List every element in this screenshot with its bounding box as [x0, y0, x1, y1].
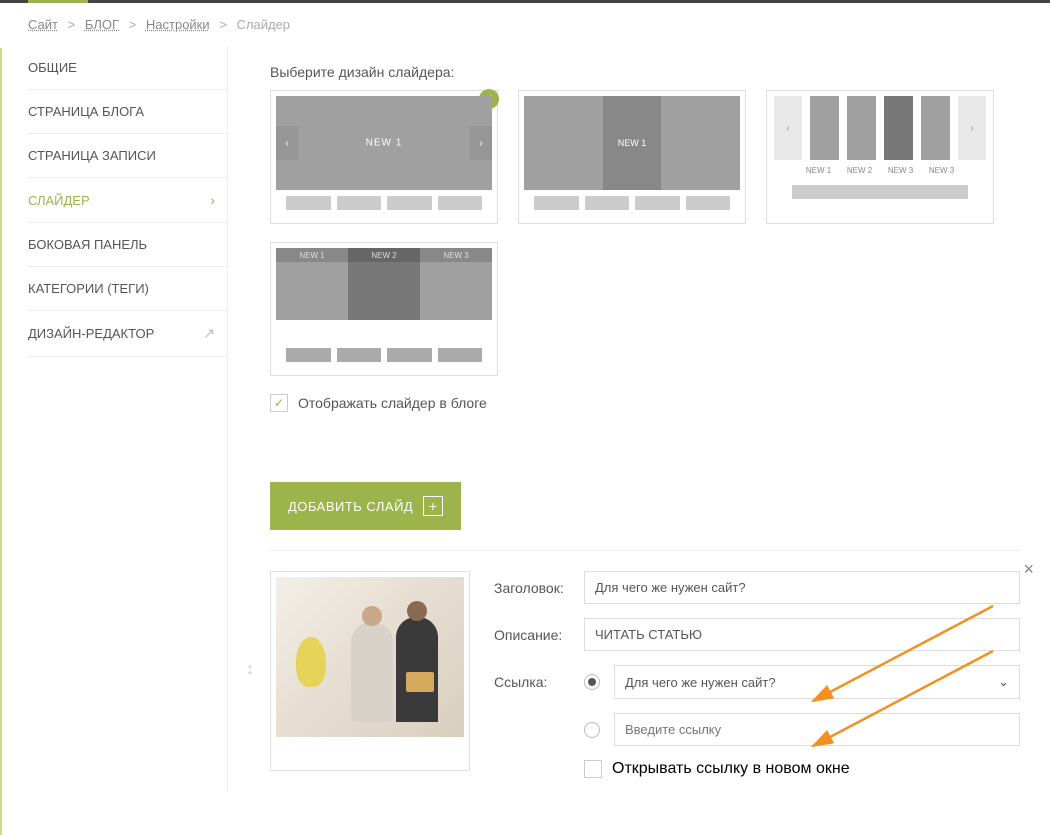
- sidebar-item-post-page[interactable]: СТРАНИЦА ЗАПИСИ: [28, 134, 227, 178]
- open-new-window-label: Открывать ссылку в новом окне: [612, 760, 850, 778]
- sidebar-item-blog-page[interactable]: СТРАНИЦА БЛОГА: [28, 90, 227, 134]
- slide-image: [276, 577, 464, 737]
- preview-label: NEW 1: [366, 138, 403, 149]
- slider-design-1[interactable]: ✓ ‹ NEW 1 ›: [270, 90, 498, 224]
- link-label: Ссылка:: [494, 674, 584, 690]
- sidebar-item-general[interactable]: ОБЩИЕ: [28, 46, 227, 90]
- preview-label: NEW 1: [618, 138, 647, 148]
- show-slider-checkbox[interactable]: ✓: [270, 394, 288, 412]
- preview-arrow-right-icon: ›: [470, 126, 492, 160]
- breadcrumb: Сайт > БЛОГ > Настройки > Слайдер: [0, 3, 1050, 46]
- slide-thumbnail[interactable]: [270, 571, 470, 771]
- link-radio-custom[interactable]: [584, 722, 600, 738]
- section-title: Выберите дизайн слайдера:: [270, 64, 1020, 80]
- link-url-input[interactable]: [614, 713, 1020, 746]
- drag-handle-icon[interactable]: ↕: [246, 661, 254, 679]
- sidebar-item-design-editor[interactable]: ДИЗАЙН-РЕДАКТОР ↗: [28, 311, 227, 357]
- preview-arrow-left-icon: ‹: [774, 96, 802, 160]
- title-input[interactable]: [584, 571, 1020, 604]
- title-label: Заголовок:: [494, 580, 584, 596]
- breadcrumb-site[interactable]: Сайт: [28, 17, 58, 32]
- preview-arrow-left-icon: ‹: [276, 126, 298, 160]
- sidebar-item-slider[interactable]: СЛАЙДЕР ›: [28, 178, 227, 223]
- breadcrumb-current: Слайдер: [236, 17, 290, 32]
- link-dropdown[interactable]: Для чего же нужен сайт? ⌄: [614, 665, 1020, 699]
- preview-arrow-right-icon: ›: [958, 96, 986, 160]
- link-radio-dropdown[interactable]: [584, 674, 600, 690]
- desc-input[interactable]: [584, 618, 1020, 651]
- add-slide-button[interactable]: ДОБАВИТЬ СЛАЙД +: [270, 482, 461, 530]
- sidebar: ОБЩИЕ СТРАНИЦА БЛОГА СТРАНИЦА ЗАПИСИ СЛА…: [28, 46, 228, 792]
- desc-label: Описание:: [494, 627, 584, 643]
- chevron-right-icon: ›: [210, 192, 215, 208]
- plus-icon: +: [423, 496, 443, 516]
- sidebar-item-categories[interactable]: КАТЕГОРИИ (ТЕГИ): [28, 267, 227, 311]
- slide-editor: × ↕ Заголовок: Описание:: [270, 550, 1020, 792]
- breadcrumb-settings[interactable]: Настройки: [146, 17, 210, 32]
- slider-design-3[interactable]: ‹ › NEW 1 NEW 2 NEW 3 NEW 3: [766, 90, 994, 224]
- chevron-down-icon: ⌄: [998, 674, 1009, 690]
- external-link-icon: ↗: [203, 325, 215, 342]
- slider-design-2[interactable]: NEW 1: [518, 90, 746, 224]
- show-slider-label: Отображать слайдер в блоге: [298, 395, 487, 411]
- slider-design-4[interactable]: NEW 1 NEW 2 NEW 3: [270, 242, 498, 376]
- breadcrumb-blog[interactable]: БЛОГ: [85, 17, 119, 32]
- open-new-window-checkbox[interactable]: [584, 760, 602, 778]
- sidebar-item-side-panel[interactable]: БОКОВАЯ ПАНЕЛЬ: [28, 223, 227, 267]
- close-icon[interactable]: ×: [1023, 559, 1034, 580]
